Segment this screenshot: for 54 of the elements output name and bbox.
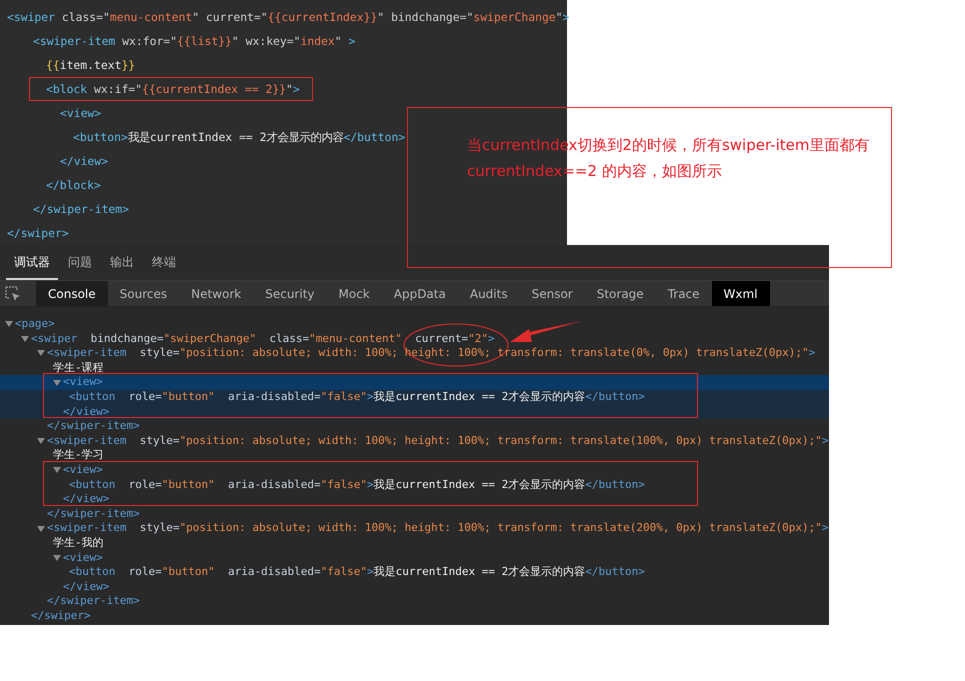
tree-node-text[interactable]: <button role="button" aria-disabled="false">我是currentIndex == 2才会显示的内容</button> xyxy=(69,390,645,405)
tree-node-text[interactable]: <view> xyxy=(63,462,103,478)
tree-node-text[interactable]: <page> xyxy=(15,317,55,332)
tree-node-text[interactable]: <view> xyxy=(63,550,103,566)
tree-node-text[interactable]: </view> xyxy=(63,492,110,507)
caret-icon[interactable] xyxy=(53,466,61,474)
tree-node-text[interactable]: <swiper-item style="position: absolute; width: 100%; height: 100%; transform: translate(100%, 0px) translateZ(0px);"> xyxy=(47,434,828,448)
tree-node-text[interactable]: <view> xyxy=(63,375,103,390)
tree-node-text[interactable]: <button role="button" aria-disabled="false">我是currentIndex == 2才会显示的内容</button> xyxy=(69,478,645,492)
code-line: </swiper> xyxy=(7,225,69,242)
tool-tab[interactable]: Network xyxy=(179,281,254,306)
tree-node-text[interactable]: </swiper> xyxy=(31,608,91,624)
code-line: <view> xyxy=(60,105,102,122)
tool-tab[interactable]: Console xyxy=(36,281,108,306)
tool-tab[interactable]: Audits xyxy=(458,281,520,306)
tool-tab[interactable]: Trace xyxy=(656,281,712,306)
panel-tab[interactable]: 输出 xyxy=(102,245,142,280)
tool-tab[interactable]: Sensor xyxy=(520,281,585,306)
tree-node-text[interactable]: </swiper-item> xyxy=(47,594,140,609)
panel-tab[interactable]: 问题 xyxy=(60,245,100,280)
tool-tab[interactable]: Sources xyxy=(108,281,180,306)
panel-tab[interactable]: 终端 xyxy=(144,245,184,280)
caret-icon[interactable] xyxy=(37,524,45,533)
tool-tab[interactable]: AppData xyxy=(382,281,458,306)
caret-icon[interactable] xyxy=(21,334,29,343)
tree-node-text[interactable]: <button role="button" aria-disabled="false">我是currentIndex == 2才会显示的内容</button> xyxy=(69,565,645,580)
tree-node-text[interactable]: </view> xyxy=(63,404,110,420)
code-line: </view> xyxy=(60,153,108,170)
caret-icon[interactable] xyxy=(53,378,61,387)
tree-node-text[interactable]: 学生-学习 xyxy=(53,448,104,463)
code-line: <block wx:if="{{currentIndex == 2}}"> xyxy=(46,81,300,98)
tree-node-text[interactable]: 学生-我的 xyxy=(53,536,104,550)
caret-icon[interactable] xyxy=(5,320,13,328)
code-line: </swiper-item> xyxy=(33,201,130,218)
caret-icon[interactable] xyxy=(37,349,45,358)
code-line: <button>我是currentIndex == 2才会显示的内容</button> xyxy=(73,129,406,146)
inspect-icon[interactable] xyxy=(5,286,21,302)
tree-node-text[interactable]: </view> xyxy=(63,580,110,594)
tree-node-text[interactable]: 学生-课程 xyxy=(53,360,104,376)
tool-tab[interactable]: Wxml xyxy=(712,281,770,306)
highlighted-row[interactable]: <view> xyxy=(0,375,829,390)
tree-node-text[interactable]: <swiper bindchange="swiperChange" class="menu-content" current="2"> xyxy=(31,332,495,346)
caret-icon[interactable] xyxy=(37,437,45,446)
tree-node-text[interactable]: </swiper-item> xyxy=(47,419,140,434)
code-line: {{item.text}} xyxy=(46,57,136,74)
tool-tab[interactable]: Security xyxy=(253,281,326,306)
tree-node-text[interactable]: </swiper-item> xyxy=(47,506,140,522)
tool-tab[interactable]: Mock xyxy=(326,281,382,306)
highlighted-row[interactable]: <button role="button" aria-disabled="false">我是currentIndex == 2才会显示的内容</button> xyxy=(0,390,829,405)
tree-node-text[interactable]: <swiper-item style="position: absolute; width: 100%; height: 100%; transform: translate(200%, 0px) translateZ(0px);"> xyxy=(47,521,828,536)
code-line: <swiper-item wx:for="{{list}}" wx:key="index" > xyxy=(33,33,356,50)
tool-tab[interactable]: Storage xyxy=(584,281,656,306)
caret-icon[interactable] xyxy=(53,554,61,562)
code-line: </block> xyxy=(46,177,101,194)
